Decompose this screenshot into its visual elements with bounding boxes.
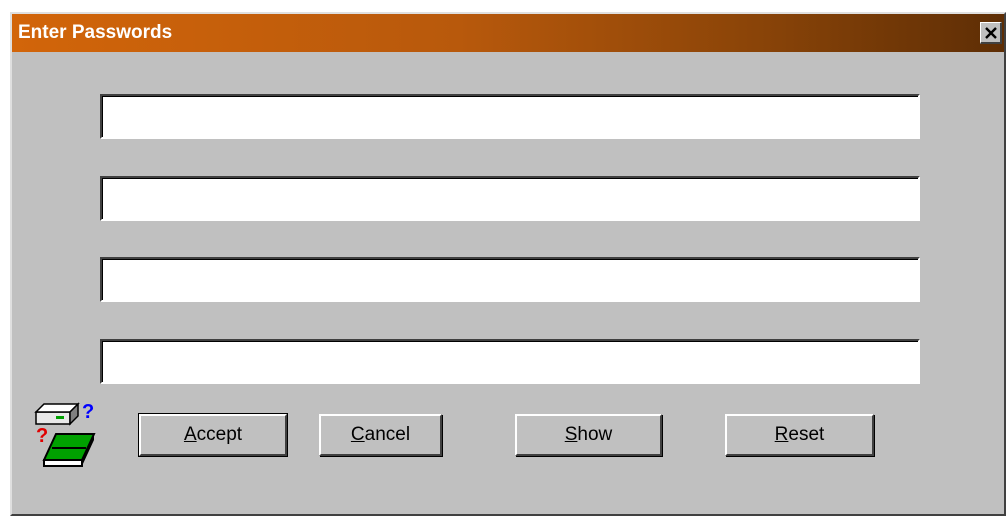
- svg-text:?: ?: [36, 425, 48, 447]
- enter-passwords-dialog: Enter Passwords ? ? Accept Cancel Show R…: [10, 12, 1006, 516]
- svg-text:?: ?: [82, 401, 94, 423]
- accept-button[interactable]: Accept: [138, 413, 288, 457]
- show-button[interactable]: Show: [515, 414, 662, 456]
- cancel-button[interactable]: Cancel: [319, 414, 442, 456]
- password-field-4[interactable]: [100, 339, 920, 384]
- title-bar[interactable]: Enter Passwords: [12, 14, 1004, 52]
- close-button[interactable]: [980, 22, 1002, 44]
- reset-button[interactable]: Reset: [725, 414, 874, 456]
- close-x-icon: [984, 26, 997, 39]
- password-drive-icon: ? ?: [34, 401, 96, 467]
- password-field-1[interactable]: [100, 94, 920, 139]
- window-title: Enter Passwords: [18, 22, 173, 43]
- password-field-2[interactable]: [100, 176, 920, 221]
- password-field-3[interactable]: [100, 257, 920, 302]
